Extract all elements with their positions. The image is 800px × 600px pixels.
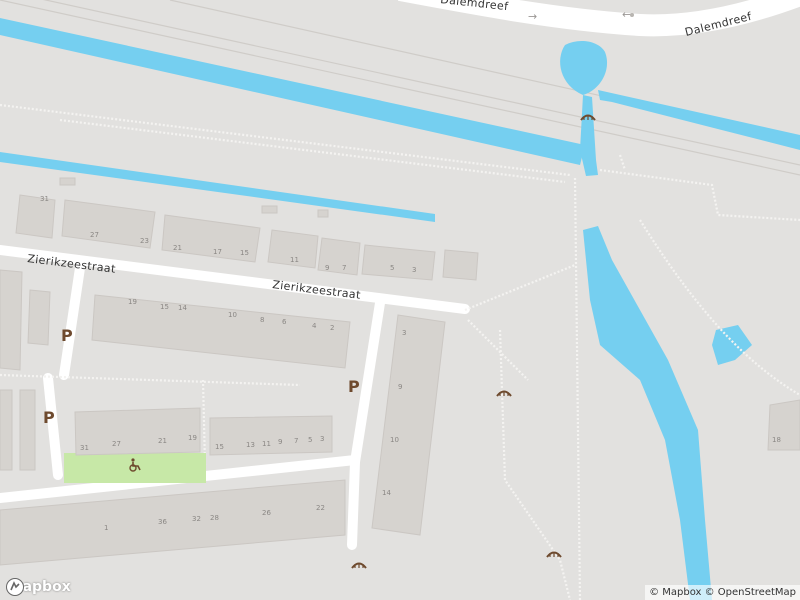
svg-text:19: 19 <box>188 434 197 442</box>
svg-text:3: 3 <box>320 435 324 443</box>
oneway-arrow-east: → <box>528 10 537 23</box>
svg-text:1: 1 <box>104 524 108 532</box>
road-marker <box>630 13 634 17</box>
svg-text:10: 10 <box>228 311 237 319</box>
svg-text:17: 17 <box>213 248 222 256</box>
svg-text:3: 3 <box>412 266 416 274</box>
parking-label[interactable]: P <box>61 326 73 345</box>
svg-text:10: 10 <box>390 436 399 444</box>
building <box>27 289 51 346</box>
svg-text:36: 36 <box>158 518 167 526</box>
svg-text:18: 18 <box>772 436 781 444</box>
svg-text:21: 21 <box>173 244 182 252</box>
svg-text:26: 26 <box>262 509 271 517</box>
building <box>209 415 333 456</box>
svg-text:11: 11 <box>290 256 299 264</box>
building <box>15 194 56 239</box>
road-south-stub <box>347 457 360 550</box>
svg-text:7: 7 <box>294 437 298 445</box>
building <box>317 209 329 218</box>
svg-text:5: 5 <box>390 264 394 272</box>
building <box>19 389 36 471</box>
svg-text:27: 27 <box>90 231 99 239</box>
map-attribution[interactable]: © Mapbox © OpenStreetMap <box>645 585 800 600</box>
svg-text:31: 31 <box>40 195 49 203</box>
svg-text:19: 19 <box>128 298 137 306</box>
parking-label[interactable]: P <box>348 377 360 396</box>
svg-text:6: 6 <box>282 318 287 326</box>
svg-text:9: 9 <box>398 383 402 391</box>
svg-text:5: 5 <box>308 436 312 444</box>
building <box>0 389 13 471</box>
svg-text:23: 23 <box>140 237 149 245</box>
svg-text:28: 28 <box>210 514 219 522</box>
svg-text:15: 15 <box>240 249 249 257</box>
svg-text:32: 32 <box>192 515 201 523</box>
svg-text:15: 15 <box>160 303 169 311</box>
oneway-arrow-west: ← <box>622 8 631 21</box>
svg-text:21: 21 <box>158 437 167 445</box>
svg-text:4: 4 <box>312 322 317 330</box>
svg-text:9: 9 <box>278 438 282 446</box>
svg-text:2: 2 <box>330 324 334 332</box>
svg-text:11: 11 <box>262 440 271 448</box>
map-layers: Zierikzeestraat Zierikzeestraat Dalemdre… <box>0 0 800 600</box>
building <box>59 177 76 186</box>
svg-text:14: 14 <box>178 304 187 312</box>
building <box>442 249 479 281</box>
svg-text:15: 15 <box>215 443 224 451</box>
svg-text:14: 14 <box>382 489 391 497</box>
building <box>261 205 278 214</box>
map-canvas[interactable]: Zierikzeestraat Zierikzeestraat Dalemdre… <box>0 0 800 600</box>
svg-text:3: 3 <box>402 329 406 337</box>
building <box>0 269 23 371</box>
svg-text:7: 7 <box>342 264 346 272</box>
parking-label[interactable]: P <box>43 408 55 427</box>
svg-text:13: 13 <box>246 441 255 449</box>
svg-text:22: 22 <box>316 504 325 512</box>
svg-text:9: 9 <box>325 264 329 272</box>
svg-text:27: 27 <box>112 440 121 448</box>
svg-text:8: 8 <box>260 316 264 324</box>
mapbox-logo[interactable]: mapbox <box>5 577 71 597</box>
building <box>74 407 201 456</box>
svg-text:31: 31 <box>80 444 89 452</box>
park-green <box>64 453 206 483</box>
